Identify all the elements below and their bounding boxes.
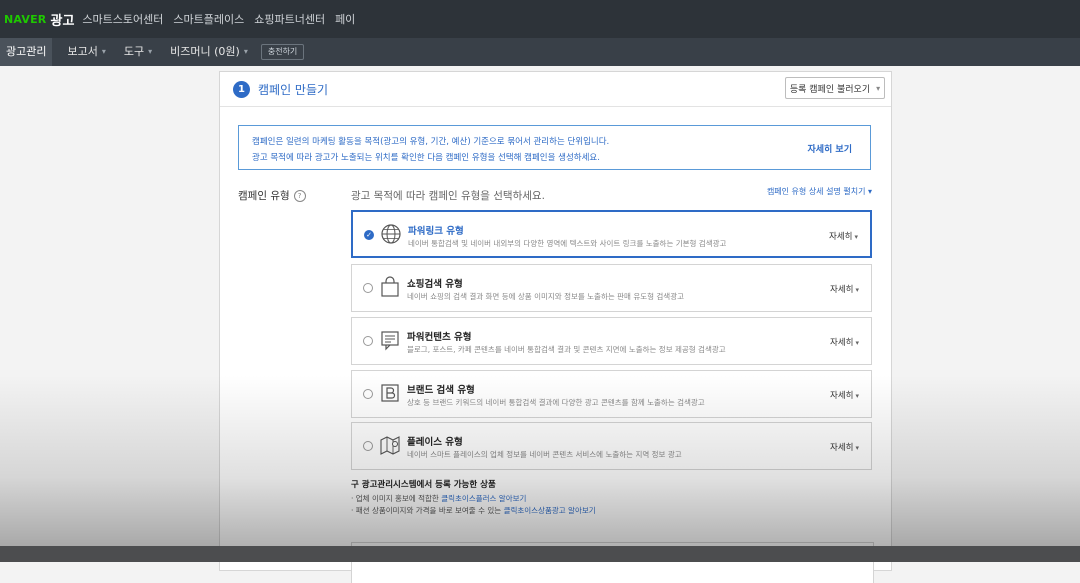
subnav-bizmoney[interactable]: 비즈머니 (0원) ▾ [161, 38, 257, 66]
top-header: NAVER 광고 스마트스토어센터 스마트플레이스 쇼핑파트너센터 페이 [0, 0, 1080, 38]
campaign-type-option-shopping[interactable]: 쇼핑검색 유형 네이버 쇼핑의 검색 결과 화면 등에 상품 이미지와 정보를 … [351, 264, 872, 312]
charge-button[interactable]: 충전하기 [260, 44, 305, 60]
option-description: 상호 등 브랜드 키워드의 네이버 통합검색 결과에 다양한 광고 콘텐츠를 함… [407, 398, 705, 407]
chevron-down-icon: ▾ [855, 339, 859, 347]
clickchoice-plus-link[interactable]: 클릭초이스플러스 알아보기 [441, 494, 526, 503]
campaign-create-card: 1 캠페인 만들기 등록 캠페인 불러오기 ▾ 캠페인은 일련의 마케팅 활동을… [219, 71, 892, 583]
option-title: 파워컨텐츠 유형 [407, 332, 472, 343]
expand-type-details-link[interactable]: 캠페인 유형 상세 설명 펼치기 ▾ [767, 186, 872, 197]
option-detail-toggle[interactable]: 자세히 ▾ [830, 441, 859, 453]
globe-icon [381, 224, 401, 244]
option-title: 파워링크 유형 [408, 226, 464, 237]
chevron-down-icon: ▾ [148, 47, 153, 56]
option-title: 플레이스 유형 [407, 437, 463, 448]
step-number-badge: 1 [233, 80, 250, 98]
radio-button[interactable] [363, 283, 373, 293]
campaign-type-label: 캠페인 유형 ? [238, 188, 306, 203]
chevron-down-icon: ▾ [243, 47, 248, 56]
topnav-smartstore[interactable]: 스마트스토어센터 [82, 11, 163, 27]
legacy-product-line-2: · 패션 상품이미지와 가격을 바로 보여줄 수 있는 클릭초이스상품광고 알아… [351, 506, 596, 515]
info-text-line-1: 캠페인은 일련의 마케팅 활동을 목적(광고의 유형, 기간, 예산) 기준으로… [252, 137, 610, 147]
naver-logo[interactable]: NAVER [4, 13, 46, 26]
see-more-link[interactable]: 자세히 보기 [807, 142, 852, 155]
brand-b-icon [381, 384, 399, 402]
campaign-type-option-brandsearch[interactable]: 브랜드 검색 유형 상호 등 브랜드 키워드의 네이버 통합검색 결과에 다양한… [351, 370, 872, 418]
option-detail-toggle[interactable]: 자세히 ▾ [830, 336, 859, 348]
chevron-down-icon: ▾ [855, 392, 859, 400]
ad-brand-label[interactable]: 광고 [50, 10, 74, 29]
chevron-down-icon: ▾ [854, 233, 858, 241]
subnav-tools[interactable]: 도구 ▾ [115, 38, 161, 66]
radio-button-checked[interactable]: ✓ [364, 230, 374, 240]
option-detail-toggle[interactable]: 자세히 ▾ [829, 230, 858, 242]
chevron-down-icon: ▾ [101, 47, 106, 56]
radio-button[interactable] [363, 336, 373, 346]
legacy-products-title: 구 광고관리시스템에서 등록 가능한 상품 [351, 480, 496, 490]
topnav-smartplace[interactable]: 스마트플레이스 [173, 11, 244, 27]
card-header: 1 캠페인 만들기 등록 캠페인 불러오기 ▾ [220, 72, 891, 107]
chevron-down-icon: ▾ [855, 286, 859, 294]
option-detail-toggle[interactable]: 자세히 ▾ [830, 283, 859, 295]
option-description: 네이버 통합검색 및 네이버 내외부의 다양한 영역에 텍스트와 사이트 링크를… [408, 239, 727, 248]
chevron-down-icon: ▾ [876, 83, 881, 93]
subnav-reports[interactable]: 보고서 ▾ [58, 38, 114, 66]
option-description: 네이버 쇼핑의 검색 결과 화면 등에 상품 이미지와 정보를 노출하는 판매 … [407, 292, 685, 301]
option-detail-toggle[interactable]: 자세히 ▾ [830, 389, 859, 401]
option-title: 쇼핑검색 유형 [407, 279, 463, 290]
load-campaign-button[interactable]: 등록 캠페인 불러오기 ▾ [785, 77, 885, 99]
info-text-line-2: 광고 목적에 따라 광고가 노출되는 위치를 확인한 다음 캠페인 유형을 선택… [252, 153, 600, 163]
option-description: 블로그, 포스트, 카페 콘텐츠를 네이버 통합검색 결과 및 콘텐츠 지면에 … [407, 345, 726, 354]
content-icon [381, 331, 399, 351]
help-icon[interactable]: ? [293, 189, 306, 202]
option-description: 네이버 스마트 플레이스의 업체 정보를 네이버 콘텐츠 서비스에 노출하는 지… [407, 450, 682, 459]
chevron-down-icon: ▾ [855, 444, 859, 452]
topnav-shopping-partner[interactable]: 쇼핑파트너센터 [254, 11, 325, 27]
campaign-type-option-place[interactable]: 플레이스 유형 네이버 스마트 플레이스의 업체 정보를 네이버 콘텐츠 서비스… [351, 422, 872, 470]
option-title: 브랜드 검색 유형 [407, 385, 475, 396]
radio-button[interactable] [363, 441, 373, 451]
campaign-type-prompt: 광고 목적에 따라 캠페인 유형을 선택하세요. [351, 190, 545, 202]
shopping-bag-icon [381, 276, 399, 297]
place-map-icon [380, 436, 400, 455]
radio-button[interactable] [363, 389, 373, 399]
page-title: 캠페인 만들기 [258, 82, 329, 97]
topnav-pay[interactable]: 페이 [335, 11, 355, 27]
campaign-type-option-powercontent[interactable]: 파워컨텐츠 유형 블로그, 포스트, 카페 콘텐츠를 네이버 통합검색 결과 및… [351, 317, 872, 365]
bottom-strip [0, 546, 1080, 562]
subnav-ad-management[interactable]: 광고관리 [0, 38, 53, 66]
campaign-type-option-powerlink[interactable]: ✓ 파워링크 유형 네이버 통합검색 및 네이버 내외부의 다양한 영역에 텍스… [351, 210, 872, 258]
clickchoice-product-link[interactable]: 클릭초이스상품광고 알아보기 [504, 506, 596, 515]
sub-navigation: 광고관리 보고서 ▾ 도구 ▾ 비즈머니 (0원) ▾ 충전하기 [0, 38, 1080, 66]
campaign-info-box: 캠페인은 일련의 마케팅 활동을 목적(광고의 유형, 기간, 예산) 기준으로… [238, 125, 871, 170]
legacy-product-line-1: · 업체 이미지 홍보에 적합한 클릭초이스플러스 알아보기 [351, 494, 527, 503]
